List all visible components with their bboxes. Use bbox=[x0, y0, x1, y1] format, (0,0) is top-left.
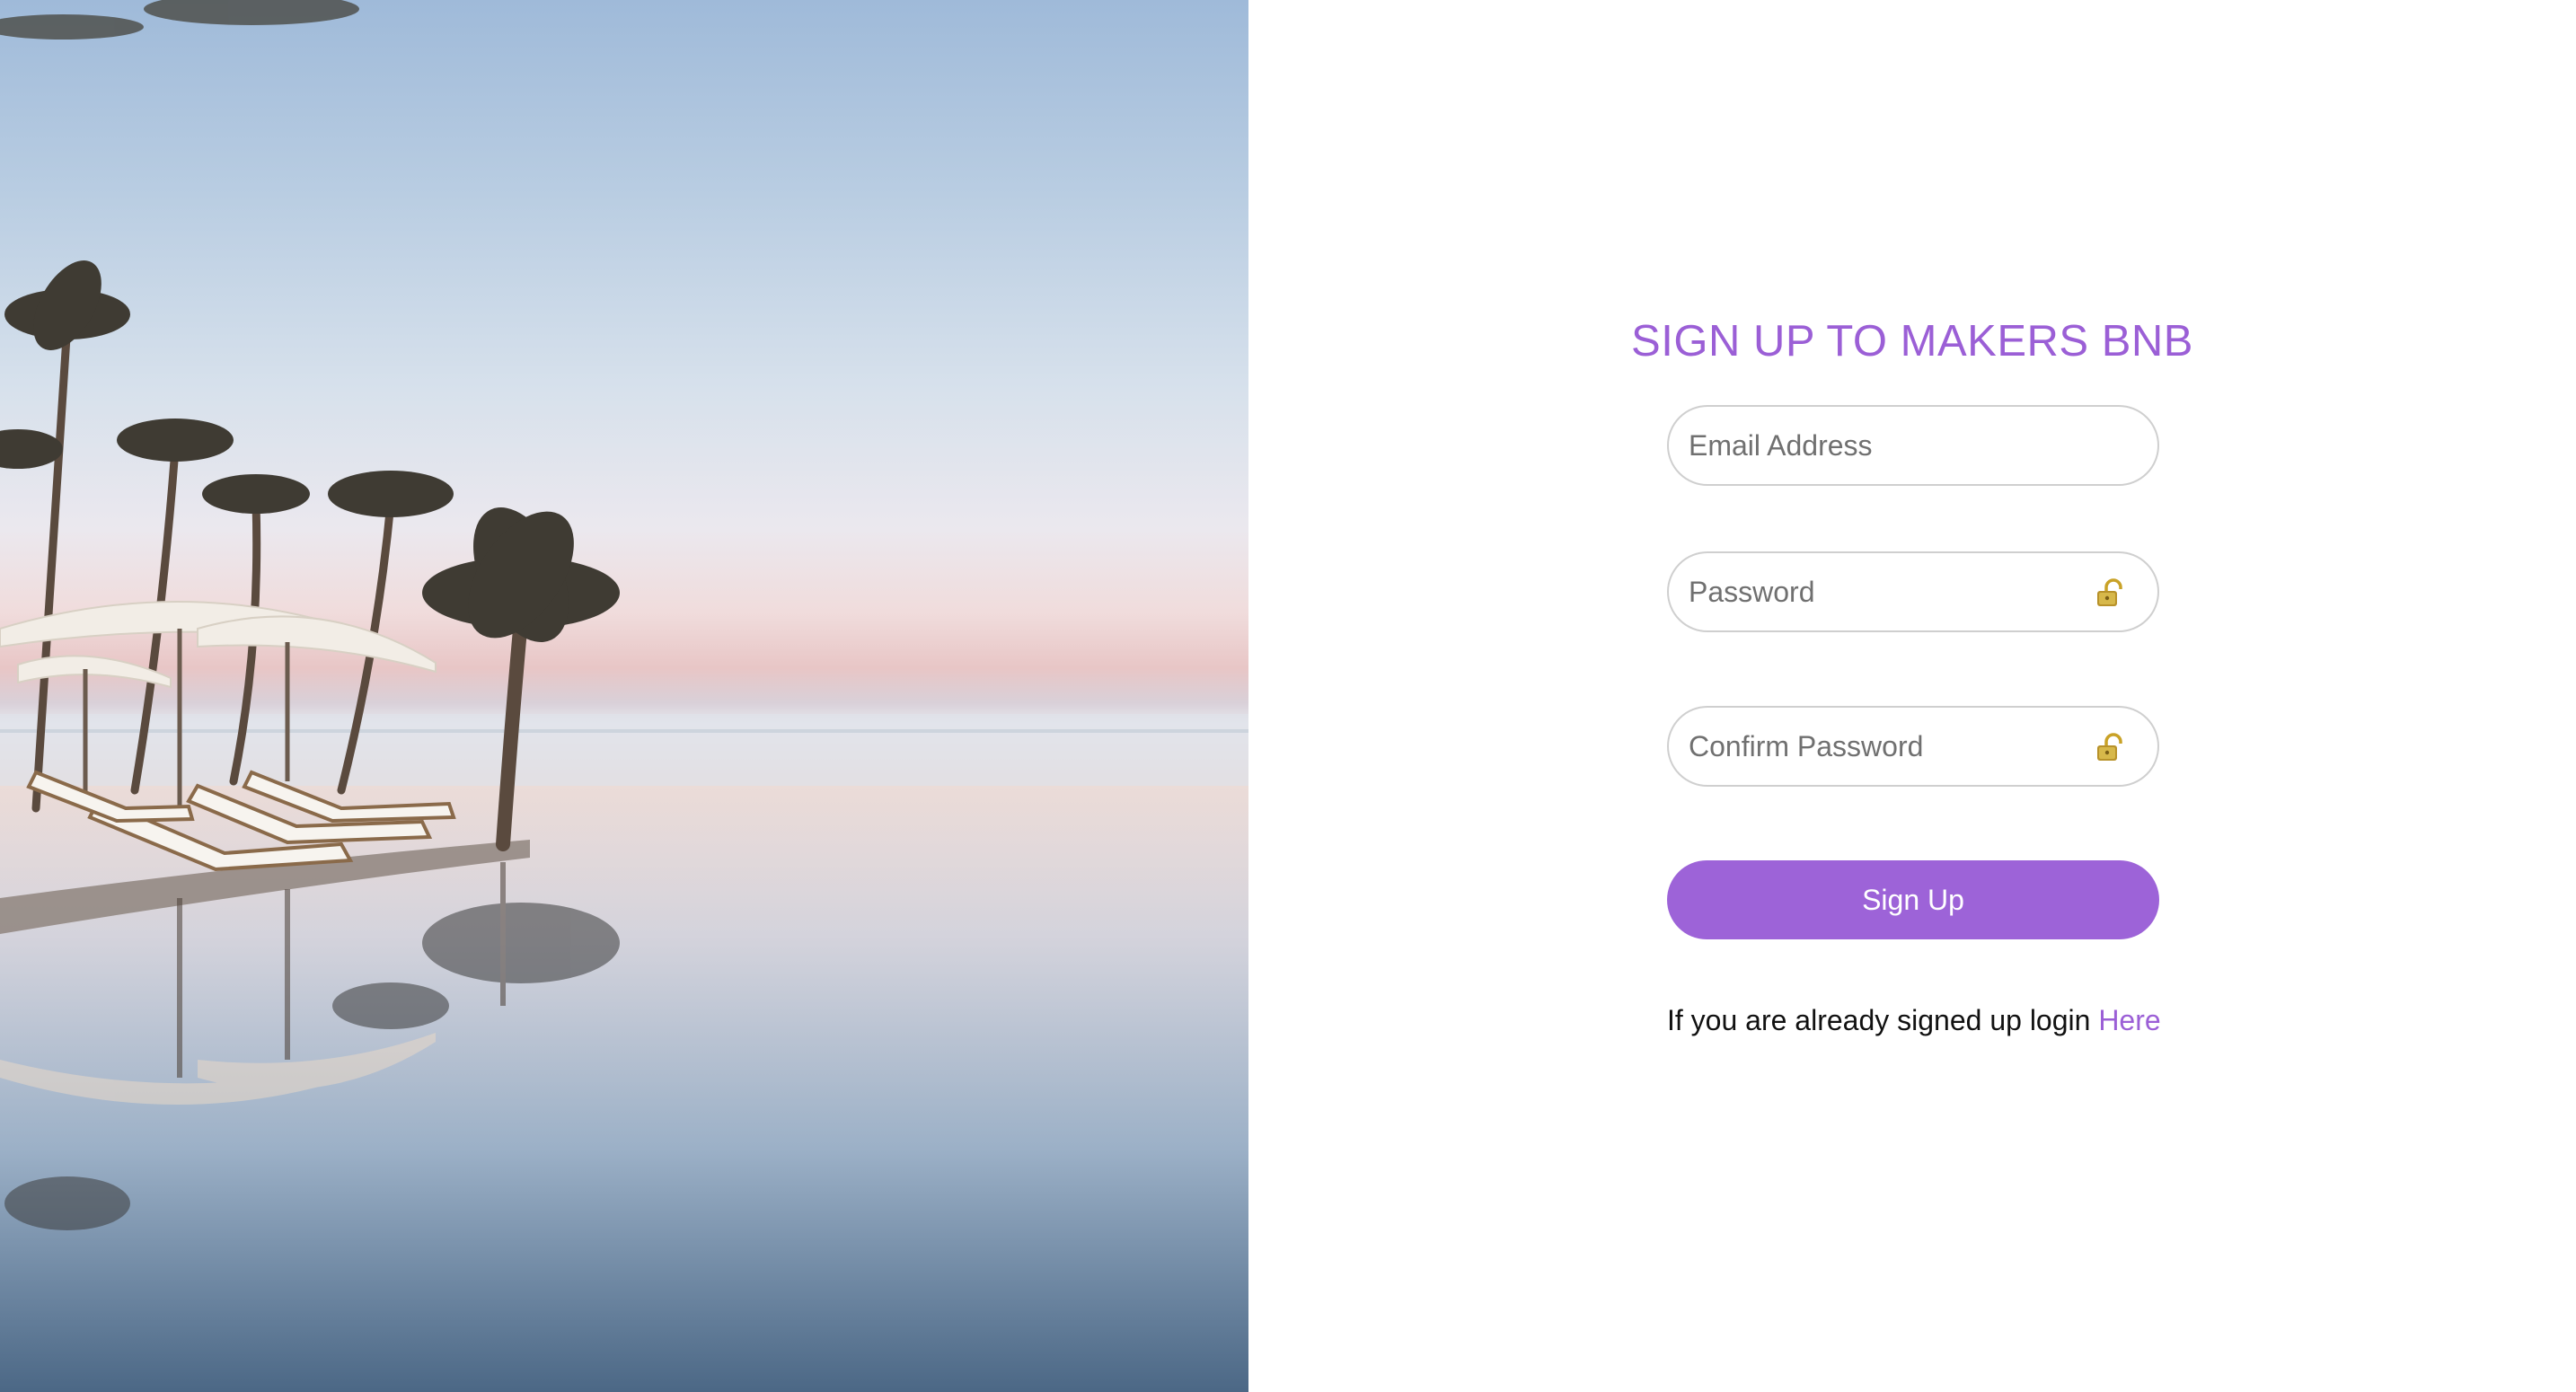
lock-icon[interactable] bbox=[2095, 578, 2125, 609]
hero-image bbox=[0, 0, 1248, 1392]
signup-page: SIGN UP TO MAKERS BNB Sign Up bbox=[0, 0, 2576, 1392]
login-prompt: If you are already signed up login Here bbox=[1667, 1004, 2170, 1037]
sign-up-button[interactable]: Sign Up bbox=[1667, 860, 2159, 939]
confirm-password-field-wrapper bbox=[1667, 706, 2159, 787]
page-title: SIGN UP TO MAKERS BNB bbox=[1631, 317, 2193, 366]
password-field-wrapper bbox=[1667, 551, 2159, 632]
lock-icon[interactable] bbox=[2095, 733, 2125, 763]
confirm-password-input[interactable] bbox=[1689, 708, 2084, 785]
login-prompt-text: If you are already signed up login bbox=[1667, 1004, 2091, 1036]
email-field-wrapper bbox=[1667, 405, 2159, 486]
resort-scene-illustration bbox=[0, 0, 1248, 1392]
email-input[interactable] bbox=[1689, 407, 2084, 484]
password-input[interactable] bbox=[1689, 553, 2084, 630]
signup-form-panel: SIGN UP TO MAKERS BNB Sign Up bbox=[1248, 0, 2576, 1392]
login-link[interactable]: Here bbox=[2098, 1004, 2160, 1036]
